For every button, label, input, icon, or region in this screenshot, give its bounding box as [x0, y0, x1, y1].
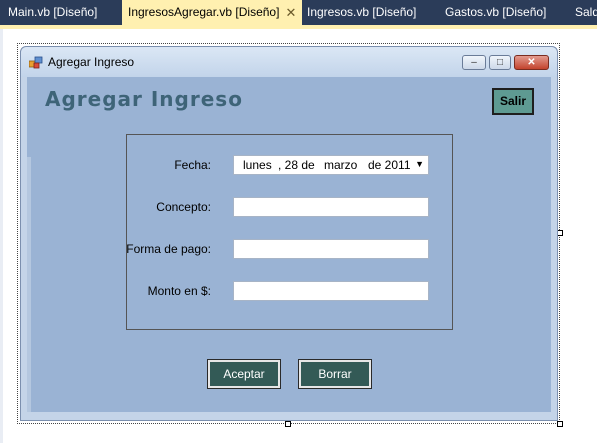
- window-title: Agregar Ingreso: [48, 55, 135, 69]
- maximize-button[interactable]: □: [489, 55, 511, 70]
- concepto-label: Concepto:: [156, 200, 211, 214]
- tab-label: Main.vb [Diseño]: [8, 5, 98, 19]
- tab-label: IngresosAgregar.vb [Diseño]: [128, 5, 280, 19]
- concepto-input[interactable]: [233, 197, 429, 217]
- close-tab-icon[interactable]: ✕: [284, 0, 298, 25]
- date-day: , 28 de: [278, 158, 315, 172]
- monto-input[interactable]: [233, 281, 429, 301]
- dropdown-arrow-icon[interactable]: ▼: [415, 159, 424, 169]
- form-heading: Agregar Ingreso: [45, 87, 243, 111]
- forma-pago-label: Forma de pago:: [126, 242, 211, 256]
- input-group-box: Fecha: lunes , 28 de marzo de 2011 ▼ Con…: [126, 134, 453, 330]
- accept-button[interactable]: Aceptar: [207, 359, 281, 389]
- close-button[interactable]: ✕: [514, 55, 549, 70]
- clear-button[interactable]: Borrar: [298, 359, 372, 389]
- date-weekday: lunes: [243, 158, 272, 172]
- fecha-label: Fecha:: [174, 158, 211, 172]
- tab-label: Ingresos.vb [Diseño]: [307, 5, 417, 19]
- tab-gastos-design[interactable]: Gastos.vb [Diseño]: [439, 0, 567, 25]
- fecha-date-picker[interactable]: lunes , 28 de marzo de 2011 ▼: [233, 155, 429, 175]
- maximize-icon: □: [496, 57, 504, 68]
- tab-label: Gastos.vb [Diseño]: [445, 5, 547, 19]
- tab-saldo[interactable]: Saldo: [569, 0, 597, 25]
- window-titlebar[interactable]: Agregar Ingreso – □ ✕: [21, 47, 557, 77]
- app-icon: [29, 56, 43, 69]
- minimize-icon: –: [471, 57, 477, 68]
- resize-handle-bottom[interactable]: [285, 421, 291, 427]
- exit-button[interactable]: Salir: [492, 88, 534, 115]
- forma-pago-input[interactable]: [233, 239, 429, 259]
- tab-main-design[interactable]: Main.vb [Diseño]: [2, 0, 120, 25]
- monto-label: Monto en $:: [147, 284, 211, 298]
- client-left-shade: [27, 157, 31, 412]
- minimize-button[interactable]: –: [462, 55, 486, 70]
- form-window: Agregar Ingreso – □ ✕ Agregar Ingreso Sa…: [20, 46, 558, 421]
- date-month: marzo: [324, 158, 358, 172]
- date-year: de 2011: [368, 158, 411, 172]
- form-client-area: Agregar Ingreso Salir Fecha: lunes , 28 …: [27, 77, 551, 412]
- tab-ingresosagregar-design[interactable]: IngresosAgregar.vb [Diseño] ✕: [122, 0, 302, 25]
- close-icon: ✕: [527, 57, 536, 68]
- tab-label: Saldo: [575, 5, 597, 19]
- tab-ingresos-design[interactable]: Ingresos.vb [Diseño]: [301, 0, 437, 25]
- resize-handle-corner[interactable]: [557, 421, 563, 427]
